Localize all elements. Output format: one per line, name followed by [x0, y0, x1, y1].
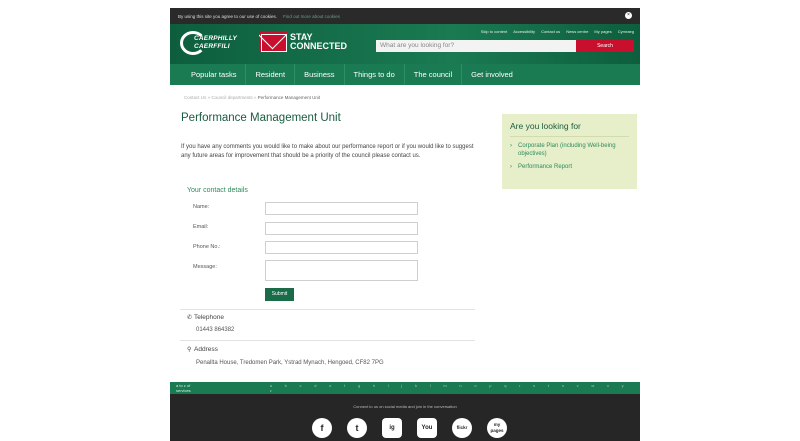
cookie-more-link[interactable]: Find out more about cookies	[283, 14, 340, 19]
email-label: Email:	[193, 224, 209, 230]
aside-link-corporate-plan[interactable]: Corporate Plan (including Well-being obj…	[510, 142, 629, 158]
crumb-sep: »	[253, 95, 257, 100]
phone-icon: ✆	[187, 315, 193, 321]
form-heading: Your contact details	[187, 187, 248, 194]
page-title: Performance Management Unit	[181, 112, 341, 124]
telephone-heading: ✆ Telephone	[187, 314, 224, 321]
logo-line2: CAERFFILI	[194, 43, 230, 50]
nav-popular-tasks[interactable]: Popular tasks	[182, 64, 247, 85]
left-margin	[0, 0, 170, 441]
breadcrumb: Contact Us » Council departments » Perfo…	[184, 95, 320, 100]
address-value: Penallta House, Tredomen Park, Ystrad My…	[196, 360, 384, 366]
divider	[180, 340, 475, 341]
envelope-icon	[259, 32, 287, 52]
youtube-icon[interactable]: You	[417, 418, 437, 438]
phone-label: Phone No.:	[193, 244, 221, 250]
link-accessibility[interactable]: Accessibility	[513, 29, 535, 34]
site-footer: Connect to us on social media and join i…	[170, 394, 640, 441]
map-pin-icon: ⚲	[187, 347, 192, 353]
stay-line2: CONNECTED	[290, 41, 348, 51]
link-my-pages[interactable]: My pages	[594, 29, 611, 34]
link-contact[interactable]: Contact us	[541, 29, 560, 34]
message-field[interactable]	[265, 260, 418, 281]
aside-link-performance-report[interactable]: Performance Report	[510, 163, 629, 171]
connect-text: Connect to us on social media and join i…	[353, 404, 457, 409]
az-label[interactable]: a to z of services	[176, 383, 206, 393]
aside-heading: Are you looking for	[510, 121, 629, 137]
stay-connected-logo[interactable]: STAY CONNECTED	[259, 32, 347, 52]
link-skip[interactable]: Skip to content	[481, 29, 507, 34]
crumb-sep: »	[207, 95, 211, 100]
facebook-icon[interactable]: f	[312, 418, 332, 438]
main-nav: Popular tasks Resident Business Things t…	[170, 64, 640, 85]
telephone-value: 01443 864382	[196, 327, 235, 333]
instagram-icon[interactable]: ig	[382, 418, 402, 438]
crumb-departments[interactable]: Council departments	[211, 95, 252, 100]
social-links: f t ig You flickr my pages	[312, 418, 507, 438]
nav-the-council[interactable]: The council	[405, 64, 463, 85]
crumb-current: Performance Management Unit	[257, 95, 321, 100]
name-label: Name:	[193, 204, 210, 210]
right-margin	[630, 0, 800, 441]
intro-text: If you have any comments you would like …	[181, 144, 474, 159]
submit-button[interactable]: Submit	[265, 288, 294, 301]
site-header: CAERPHILLY CAERFFILI STAY CONNECTED Skip…	[170, 24, 640, 64]
name-field[interactable]	[265, 202, 418, 215]
address-label: Address	[194, 346, 218, 353]
my-pages-icon[interactable]: my pages	[487, 418, 507, 438]
az-letters[interactable]: a b c d e f g h i j k l m n o p q r s t …	[270, 383, 640, 393]
message-label: Message:	[193, 264, 217, 270]
link-news[interactable]: News centre	[566, 29, 588, 34]
link-cymraeg[interactable]: Cymraeg	[618, 29, 634, 34]
address-heading: ⚲ Address	[187, 346, 218, 353]
nav-business[interactable]: Business	[295, 64, 345, 85]
divider	[180, 309, 475, 310]
phone-field[interactable]	[265, 241, 418, 254]
crumb-contact[interactable]: Contact Us	[184, 95, 206, 100]
nav-resident[interactable]: Resident	[246, 64, 296, 85]
nav-get-involved[interactable]: Get involved	[462, 64, 522, 85]
nav-things-to-do[interactable]: Things to do	[345, 64, 405, 85]
related-links-panel: Are you looking for Corporate Plan (incl…	[502, 114, 637, 189]
twitter-icon[interactable]: t	[347, 418, 367, 438]
telephone-label: Telephone	[194, 314, 224, 321]
az-bar: a to z of services a b c d e f g h i j k…	[170, 382, 640, 394]
cookie-text: By using this site you agree to our use …	[178, 13, 278, 19]
cookie-bar: By using this site you agree to our use …	[170, 8, 640, 24]
council-logo[interactable]: CAERPHILLY CAERFFILI	[180, 29, 250, 57]
search-button[interactable]: Search	[576, 40, 634, 52]
utility-links: Skip to content Accessibility Contact us…	[481, 29, 634, 34]
email-field[interactable]	[265, 222, 418, 235]
search-input[interactable]: What are you looking for?	[376, 40, 576, 52]
close-icon[interactable]: ×	[625, 12, 632, 19]
flickr-icon[interactable]: flickr	[452, 418, 472, 438]
logo-line1: CAERPHILLY	[194, 35, 238, 42]
